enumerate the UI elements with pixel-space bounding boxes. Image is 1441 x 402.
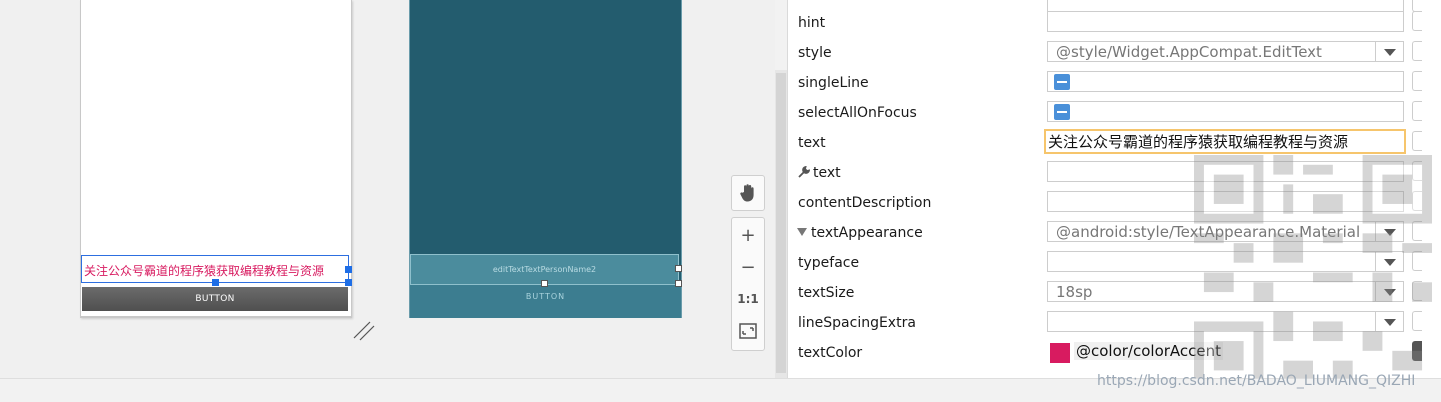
wrench-icon <box>798 165 811 178</box>
url-watermark: https://blog.csdn.net/BADAO_LIUMANG_QIZH… <box>1097 373 1416 389</box>
attribute-name: textSize <box>798 285 855 301</box>
attribute-reset[interactable] <box>1412 11 1422 31</box>
attribute-row-style: style @style/Widget.AppCompat.EditText <box>788 39 1441 69</box>
attribute-name: singleLine <box>798 75 869 91</box>
preview-edit-text-value: 关注公众号霸道的程序猿获取编程教程与资源 <box>84 264 325 278</box>
blueprint-button[interactable]: BUTTON <box>410 292 681 301</box>
attribute-row-selectallonfocus: selectAllOnFocus <box>788 99 1441 129</box>
zoom-controls-box: + − 1:1 <box>731 217 765 351</box>
attribute-name: contentDescription <box>798 195 932 211</box>
resize-handle-right[interactable] <box>345 266 352 273</box>
qr-code-watermark <box>1194 155 1432 390</box>
color-swatch[interactable] <box>1050 343 1070 363</box>
attribute-name: lineSpacingExtra <box>798 315 916 331</box>
blueprint-handle-bottom[interactable] <box>541 280 548 287</box>
attribute-reset[interactable] <box>1412 41 1422 61</box>
properties-scrollbar-thumb[interactable] <box>776 73 786 373</box>
attribute-name: style <box>798 45 832 61</box>
attribute-reset[interactable] <box>1412 71 1422 91</box>
attribute-name: text <box>798 165 841 181</box>
expand-triangle-icon[interactable] <box>797 228 807 236</box>
attribute-name: textColor <box>798 345 863 361</box>
indeterminate-checkbox[interactable] <box>1054 74 1070 90</box>
canvas-resize-icon[interactable] <box>352 318 376 342</box>
textsize-value: 18sp <box>1056 283 1093 301</box>
attribute-name: hint <box>798 15 826 31</box>
chevron-down-icon[interactable] <box>1375 42 1403 61</box>
blueprint-handle-corner[interactable] <box>675 280 682 287</box>
hand-icon[interactable] <box>732 178 764 208</box>
attribute-reset[interactable] <box>1412 131 1422 151</box>
attribute-name[interactable]: textAppearance <box>797 225 923 241</box>
singleline-field <box>1047 71 1404 92</box>
selectallonfocus-field <box>1047 101 1404 122</box>
blueprint-preview[interactable]: editTextTextPersonName2 BUTTON <box>409 0 682 318</box>
attribute-row-hint: hint <box>788 9 1441 39</box>
resize-handle-bottom[interactable] <box>212 279 219 286</box>
pan-box <box>731 175 765 211</box>
attribute-name: selectAllOnFocus <box>798 105 917 121</box>
preview-edit-text[interactable]: 关注公众号霸道的程序猿获取编程教程与资源 <box>81 255 352 286</box>
style-dropdown[interactable]: @style/Widget.AppCompat.EditText <box>1047 41 1404 62</box>
attribute-row-singleline: singleLine <box>788 69 1441 99</box>
attribute-name: text <box>798 135 826 151</box>
attribute-name: typeface <box>798 255 860 271</box>
actual-size-button[interactable]: 1:1 <box>732 284 764 314</box>
fit-screen-icon[interactable] <box>732 316 764 346</box>
style-value: @style/Widget.AppCompat.EditText <box>1056 43 1322 61</box>
blueprint-bottom-area <box>410 284 681 318</box>
hint-field[interactable] <box>1047 11 1404 32</box>
zoom-in-button[interactable]: + <box>732 220 764 250</box>
attribute-reset[interactable] <box>1412 101 1422 121</box>
text-input-value: 关注公众号霸道的程序猿获取编程教程与资源 <box>1048 133 1349 151</box>
layout-preview[interactable]: 关注公众号霸道的程序猿获取编程教程与资源 BUTTON <box>80 0 352 318</box>
indeterminate-checkbox[interactable] <box>1054 104 1070 120</box>
resize-handle-corner[interactable] <box>345 279 352 286</box>
zoom-out-button[interactable]: − <box>732 252 764 282</box>
blueprint-handle-right[interactable] <box>675 265 682 272</box>
preview-button[interactable]: BUTTON <box>82 287 348 311</box>
text-input[interactable]: 关注公众号霸道的程序猿获取编程教程与资源 <box>1044 129 1406 154</box>
design-surface[interactable]: 关注公众号霸道的程序猿获取编程教程与资源 BUTTON editTextText… <box>0 0 775 378</box>
